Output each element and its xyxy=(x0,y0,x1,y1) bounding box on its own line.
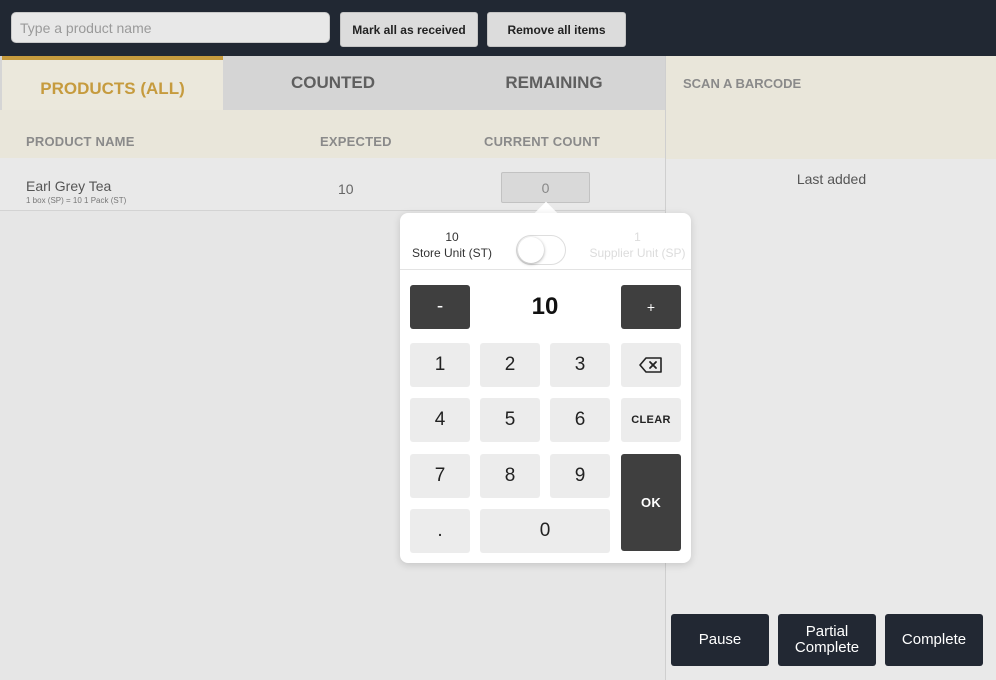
increment-button[interactable]: + xyxy=(621,285,681,329)
key-9[interactable]: 9 xyxy=(550,454,610,498)
table-row[interactable]: Earl Grey Tea 1 box (SP) = 10 1 Pack (ST… xyxy=(0,158,665,211)
supplier-unit-value: 1 xyxy=(634,230,641,244)
toggle-knob xyxy=(518,237,544,263)
complete-button[interactable]: Complete xyxy=(885,614,983,666)
key-decimal[interactable]: . xyxy=(410,509,470,553)
remove-all-items-button[interactable]: Remove all items xyxy=(487,12,626,47)
key-6[interactable]: 6 xyxy=(550,398,610,442)
key-5[interactable]: 5 xyxy=(480,398,540,442)
search-input[interactable] xyxy=(11,12,330,43)
tab-bar: PRODUCTS (ALL) COUNTED REMAINING xyxy=(0,56,665,110)
supplier-unit-label: Supplier Unit (SP) xyxy=(589,246,686,260)
backspace-icon xyxy=(639,357,662,373)
column-header-current-count: CURRENT COUNT xyxy=(484,134,600,149)
barcode-scan-area[interactable]: SCAN A BARCODE xyxy=(666,56,996,159)
store-unit-value: 10 xyxy=(445,230,459,244)
current-count-field[interactable]: 0 xyxy=(501,172,590,203)
keypad-display-value: 10 xyxy=(531,293,559,320)
partial-complete-button[interactable]: Partial Complete xyxy=(778,614,876,666)
clear-button[interactable]: CLEAR xyxy=(621,398,681,442)
top-bar: Mark all as received Remove all items xyxy=(0,0,996,56)
ok-button[interactable]: OK xyxy=(621,454,681,551)
tab-counted[interactable]: COUNTED xyxy=(223,56,443,110)
store-unit-option[interactable]: 10 Store Unit (ST) xyxy=(400,229,504,261)
key-8[interactable]: 8 xyxy=(480,454,540,498)
column-header-product-name: PRODUCT NAME xyxy=(26,134,135,149)
product-unit-conversion: 1 box (SP) = 10 1 Pack (ST) xyxy=(26,196,127,205)
key-7[interactable]: 7 xyxy=(410,454,470,498)
scan-barcode-label: SCAN A BARCODE xyxy=(683,76,802,91)
count-keypad-popover: 10 Store Unit (ST) 1 Supplier Unit (SP) … xyxy=(400,213,691,563)
key-3[interactable]: 3 xyxy=(550,343,610,387)
popover-divider xyxy=(400,269,691,270)
column-header-expected: EXPECTED xyxy=(320,134,392,149)
store-unit-label: Store Unit (ST) xyxy=(411,246,492,260)
unit-toggle-switch[interactable] xyxy=(516,235,566,265)
last-added-label: Last added xyxy=(796,171,867,187)
mark-all-received-button[interactable]: Mark all as received xyxy=(340,12,478,47)
pause-button[interactable]: Pause xyxy=(671,614,769,666)
key-1[interactable]: 1 xyxy=(410,343,470,387)
supplier-unit-option[interactable]: 1 Supplier Unit (SP) xyxy=(584,229,691,261)
key-4[interactable]: 4 xyxy=(410,398,470,442)
scan-panel: SCAN A BARCODE Last added Pause Partial … xyxy=(665,56,996,680)
product-name: Earl Grey Tea xyxy=(26,178,112,194)
key-0[interactable]: 0 xyxy=(480,509,610,553)
table-header: PRODUCT NAME EXPECTED CURRENT COUNT xyxy=(0,110,665,158)
tab-products-all[interactable]: PRODUCTS (ALL) xyxy=(2,56,223,110)
tab-remaining[interactable]: REMAINING xyxy=(443,56,665,110)
backspace-button[interactable] xyxy=(621,343,681,387)
decrement-button[interactable]: - xyxy=(410,285,470,329)
expected-quantity: 10 xyxy=(338,181,354,197)
key-2[interactable]: 2 xyxy=(480,343,540,387)
